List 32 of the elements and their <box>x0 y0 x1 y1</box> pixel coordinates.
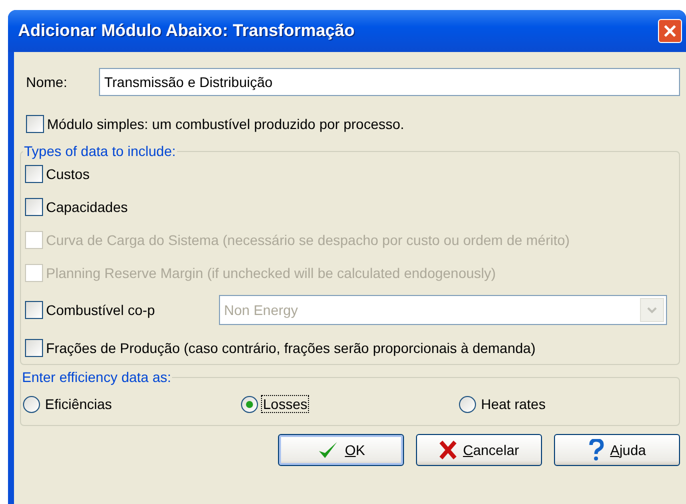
close-button[interactable] <box>658 19 682 43</box>
name-field[interactable]: Transmissão e Distribuição <box>99 68 680 96</box>
checkbox-label: Frações de Produção (caso contrário, frações serão proporcionais à demanda) <box>46 340 536 356</box>
checkbox-label: Combustível co-p <box>46 302 156 318</box>
checkbox-label: Custos <box>46 166 90 182</box>
checkbox[interactable] <box>25 301 43 319</box>
group-title: Enter efficiency data as: <box>21 369 172 385</box>
checkbox-label: Capacidades <box>46 198 128 214</box>
checkbox-label: Planning Reserve Margin (if unchecked will be calculated endogenously) <box>46 264 496 280</box>
checkbox-label: Módulo simples: um combustível produzido por processo. <box>47 116 404 132</box>
checkbox[interactable] <box>25 164 43 182</box>
help-button[interactable]: Ajuda <box>554 434 680 466</box>
check-icon <box>316 440 339 460</box>
radio-button[interactable] <box>459 396 476 412</box>
radio-button[interactable] <box>23 396 40 412</box>
radio-label: Losses <box>261 395 310 413</box>
checkbox[interactable] <box>26 115 44 133</box>
x-icon <box>438 440 457 460</box>
radio-button[interactable] <box>241 396 258 412</box>
radio-label: Eficiências <box>44 395 113 413</box>
question-mark-icon <box>588 439 604 461</box>
field-label: Nome: <box>26 74 68 90</box>
group-title: Types of data to include: <box>23 143 177 159</box>
checkbox[interactable] <box>25 198 43 216</box>
ok-button[interactable]: OK <box>278 434 404 466</box>
chevron-down-icon <box>647 306 657 314</box>
checkbox-label: Curva de Carga do Sistema (necessário se despacho por custo ou ordem de mérito) <box>46 232 570 248</box>
radio-label: Heat rates <box>480 395 547 413</box>
close-icon <box>663 24 677 38</box>
cancel-button[interactable]: Cancelar <box>416 434 542 466</box>
checkbox[interactable] <box>25 338 43 356</box>
window-title: Adicionar Módulo Abaixo: Transformação <box>18 21 355 41</box>
